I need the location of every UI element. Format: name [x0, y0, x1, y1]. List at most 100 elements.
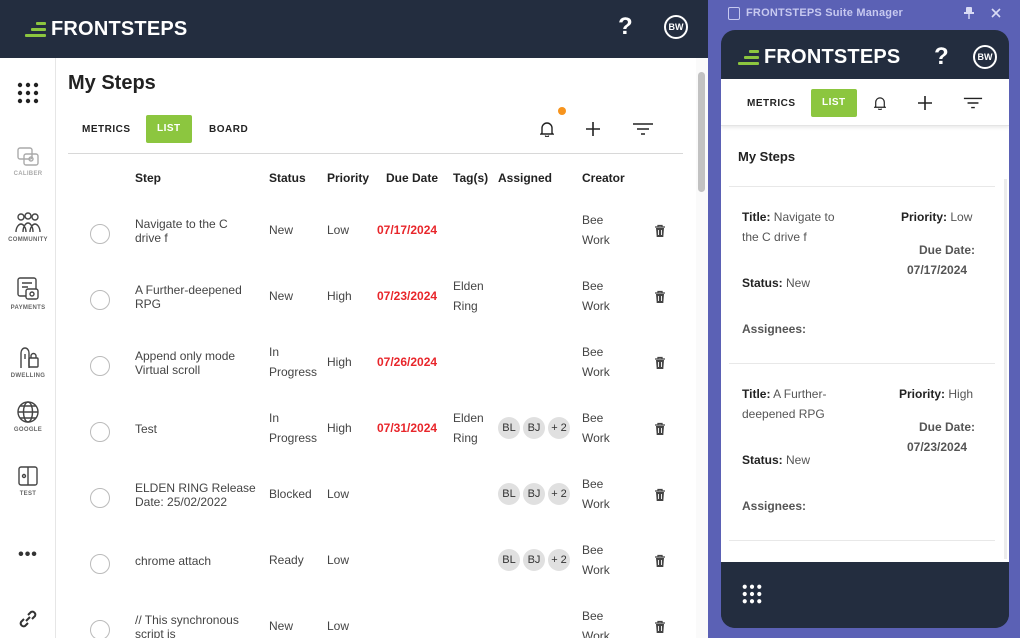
main-scrollbar[interactable] [696, 58, 708, 638]
delete-trash-icon[interactable] [654, 290, 666, 304]
delete-trash-icon[interactable] [654, 356, 666, 370]
complete-radio[interactable] [90, 224, 110, 244]
bell-icon[interactable] [874, 96, 886, 110]
table-row[interactable]: Test In Progress High 07/31/2024 Elden Ring BL B… [68, 399, 683, 465]
complete-radio[interactable] [90, 620, 110, 638]
table-row[interactable]: Append only mode Virtual scroll In Progress… [68, 333, 683, 399]
tag-value-line: Ring [453, 431, 478, 445]
tab-board[interactable]: BOARD [209, 124, 248, 135]
divider [729, 186, 995, 187]
delete-trash-icon[interactable] [654, 224, 666, 238]
priority-value: High [327, 421, 352, 435]
help-button[interactable]: ? [618, 13, 633, 41]
due-value: 07/23/2024 [907, 440, 968, 454]
sidebar-item-dwelling[interactable]: DWELLING [0, 344, 56, 379]
assignee-chip[interactable]: + 2 [548, 483, 570, 505]
suite-manager-window: FRONTSTEPS Suite Manager FRONTSTEPS ? BW… [710, 0, 1020, 638]
help-button[interactable]: ? [934, 43, 949, 71]
creator-value: Bee Work [582, 276, 610, 316]
assignee-chip[interactable]: + 2 [548, 549, 570, 571]
column-header-due-date: Due Date [386, 171, 439, 185]
step-name-line: ELDEN RING Release [135, 481, 256, 495]
complete-radio[interactable] [90, 356, 110, 376]
tag-value-line: Elden [453, 279, 484, 293]
sidebar-item-test[interactable]: TEST [0, 464, 56, 497]
step-name: A Further-deepened RPG [135, 283, 242, 311]
sidebar-item-payments[interactable]: PAYMENTS [0, 276, 56, 311]
user-avatar[interactable]: BW [973, 45, 997, 69]
assignees-label: Assignees: [742, 499, 807, 513]
status-value: New [786, 276, 811, 290]
delete-trash-icon[interactable] [654, 620, 666, 634]
status-value: New [786, 453, 811, 467]
sidebar-item-community[interactable]: COMMUNITY [0, 212, 56, 243]
card-title: Title: Navigate to the C drive f [742, 207, 852, 247]
table-row[interactable]: chrome attach Ready Low BL BJ + 2 Bee Work [68, 531, 683, 597]
more-button[interactable]: ••• [0, 546, 56, 564]
community-icon [15, 212, 41, 233]
assignee-chip[interactable]: BJ [523, 549, 545, 571]
step-name-line: A Further-deepened [135, 283, 242, 297]
table-row[interactable]: Navigate to the Cdrive f New Low 07/17/2024… [68, 201, 683, 267]
status-value: New [269, 223, 293, 237]
status-value-line: New [269, 619, 294, 633]
add-icon[interactable] [917, 95, 933, 111]
card-title-line: Navigate to [773, 210, 835, 224]
extension-scrollbar[interactable] [1004, 179, 1007, 559]
frontsteps-logo[interactable]: FRONTSTEPS [737, 46, 900, 69]
creator-value-line: Bee [582, 279, 604, 293]
tab-list[interactable]: LIST [146, 115, 192, 143]
sidebar-item-google[interactable]: GOOGLE [0, 400, 56, 433]
assignee-chip[interactable]: BL [498, 417, 520, 439]
delete-trash-icon[interactable] [654, 488, 666, 502]
due-label: Due Date: [919, 420, 976, 434]
apps-grid-button[interactable] [0, 82, 56, 104]
sidebar-label: PAYMENTS [10, 305, 46, 311]
complete-radio[interactable] [90, 488, 110, 508]
tab-metrics[interactable]: METRICS [747, 98, 796, 109]
status-label: Status: [742, 453, 783, 467]
brand-name: FRONTSTEPS [51, 18, 188, 40]
user-avatar[interactable]: BW [664, 15, 688, 39]
table-row[interactable]: ELDEN RING Release Date: 25/02/2022 Blocke… [68, 465, 683, 531]
step-name-line: Append only mode [135, 349, 236, 363]
status-value-line: Progress [269, 431, 318, 445]
due-label: Due Date: [919, 243, 976, 257]
assignees-label: Assignees: [742, 322, 807, 336]
creator-value: Bee Work [582, 342, 610, 382]
close-icon[interactable] [991, 8, 1001, 18]
tab-list[interactable]: LIST [811, 89, 857, 117]
filter-icon[interactable] [632, 123, 654, 135]
creator-value-line: Work [582, 431, 610, 445]
delete-trash-icon[interactable] [654, 422, 666, 436]
assignee-chip[interactable]: BJ [523, 417, 545, 439]
assignee-chip[interactable]: BL [498, 549, 520, 571]
frontsteps-logo[interactable]: FRONTSTEPS [24, 18, 187, 41]
complete-radio[interactable] [90, 554, 110, 574]
table-row[interactable]: // This synchronous script is New Low Bee Wor… [68, 597, 683, 638]
delete-trash-icon[interactable] [654, 554, 666, 568]
assignee-chip[interactable]: BJ [523, 483, 545, 505]
tab-metrics[interactable]: METRICS [82, 124, 131, 135]
pin-icon[interactable] [964, 7, 974, 19]
creator-value-line: Bee [582, 543, 604, 557]
link-button[interactable] [0, 608, 56, 630]
priority-label: Priority: [899, 387, 946, 401]
assignee-chip[interactable]: + 2 [548, 417, 570, 439]
sidebar-label: COMMUNITY [8, 237, 48, 243]
apps-grid-icon[interactable] [742, 584, 762, 604]
complete-radio[interactable] [90, 422, 110, 442]
bell-icon[interactable] [540, 121, 554, 137]
assignee-chip[interactable]: BL [498, 483, 520, 505]
priority-value: Low [327, 487, 350, 501]
top-bar: FRONTSTEPS ? BW [0, 0, 708, 58]
filter-icon[interactable] [963, 97, 983, 109]
creator-value-line: Bee [582, 477, 604, 491]
complete-radio[interactable] [90, 290, 110, 310]
payments-icon [17, 277, 39, 300]
scrollbar-thumb[interactable] [698, 72, 705, 192]
tag-value: Elden Ring [453, 276, 484, 316]
table-row[interactable]: A Further-deepened RPG New High 07/23/2024 El… [68, 267, 683, 333]
sidebar-item-caliber[interactable]: CALIBER [0, 146, 56, 177]
add-icon[interactable] [585, 121, 601, 137]
